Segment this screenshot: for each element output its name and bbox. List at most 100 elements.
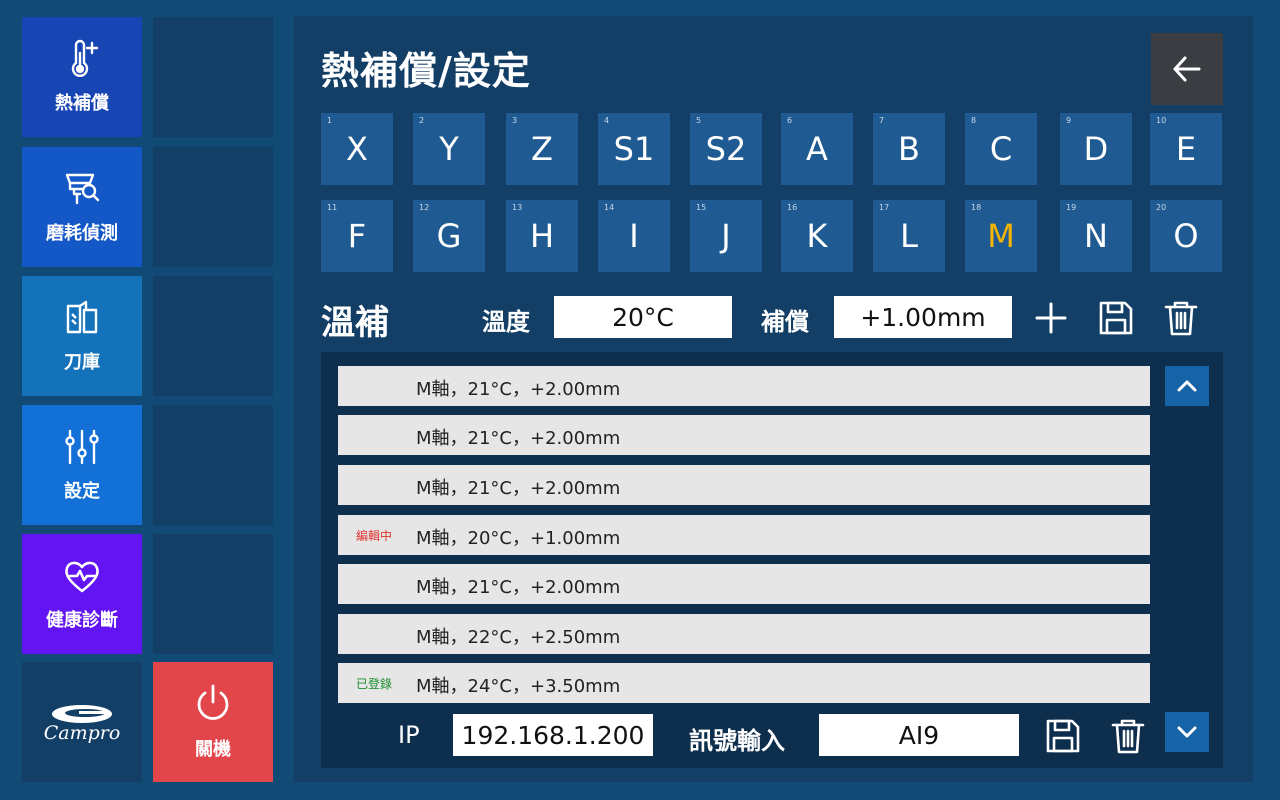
axis-key-x[interactable]: 1X — [321, 113, 393, 185]
axis-key-s1[interactable]: 4 S1 — [598, 113, 670, 185]
power-label: 關機 — [195, 739, 231, 760]
axis-key-number: 8 — [971, 116, 977, 125]
signal-input-label: 訊號輸入 — [689, 727, 785, 755]
axis-key-a[interactable]: 6A — [781, 113, 853, 185]
axis-key-label: N — [1084, 217, 1108, 255]
axis-key-e[interactable]: 10 E — [1150, 113, 1222, 185]
scroll-up-button[interactable] — [1165, 366, 1209, 406]
compensation-label: 補償 — [761, 308, 809, 336]
temperature-label: 溫度 — [482, 308, 530, 336]
list-item[interactable]: 已登錄 M軸，24°C，+3.50mm — [338, 663, 1150, 703]
nav-blank-tile — [153, 405, 273, 525]
axis-key-label: O — [1173, 217, 1199, 255]
trash-icon — [1111, 719, 1145, 754]
entry-text: M軸，21°C，+2.00mm — [416, 379, 621, 400]
axis-key-i[interactable]: 14 I — [598, 200, 670, 272]
ip-field[interactable]: 192.168.1.200 — [453, 714, 653, 756]
nav-blank-tile — [153, 276, 273, 396]
list-item[interactable]: M軸，21°C，+2.00mm — [338, 415, 1150, 455]
add-button[interactable] — [1031, 298, 1071, 338]
trash-icon — [1164, 301, 1198, 336]
nav-health-diagnosis-button[interactable]: 健康診斷 — [22, 534, 142, 654]
axis-key-number: 6 — [787, 116, 793, 125]
save-icon — [1099, 301, 1133, 335]
axis-key-y[interactable]: 2Y — [413, 113, 485, 185]
axis-key-k[interactable]: 16 K — [781, 200, 853, 272]
axis-key-h[interactable]: 13 H — [506, 200, 578, 272]
axis-key-s2[interactable]: 5 S2 — [690, 113, 762, 185]
axis-key-label: Z — [531, 130, 553, 168]
axis-key-g[interactable]: 12 G — [413, 200, 485, 272]
chevron-up-icon — [1177, 380, 1197, 392]
axis-key-label: S1 — [613, 130, 655, 168]
entry-text: M軸，20°C，+1.00mm — [416, 528, 621, 549]
axis-key-number: 13 — [512, 203, 523, 212]
nav-label: 設定 — [64, 481, 100, 502]
list-item[interactable]: 編輯中 M軸，20°C，+1.00mm — [338, 515, 1150, 555]
nav-label: 刀庫 — [64, 352, 100, 373]
axis-key-label: F — [347, 217, 367, 255]
axis-key-label: K — [806, 217, 828, 255]
axis-key-number: 18 — [971, 203, 982, 212]
nav-wear-detect-button[interactable]: 磨耗偵測 — [22, 147, 142, 267]
nav-blank-tile — [153, 147, 273, 267]
power-icon — [197, 684, 229, 720]
nav-tool-magazine-button[interactable]: 刀庫 — [22, 276, 142, 396]
axis-key-number: 1 — [327, 116, 333, 125]
axis-key-label: X — [346, 130, 368, 168]
axis-key-number: 19 — [1066, 203, 1077, 212]
nav-blank-tile — [153, 17, 273, 137]
axis-key-number: 15 — [696, 203, 707, 212]
entry-text: M軸，21°C，+2.00mm — [416, 478, 621, 499]
footer-save-button[interactable] — [1043, 716, 1083, 756]
axis-key-number: 7 — [879, 116, 885, 125]
axis-key-number: 20 — [1156, 203, 1167, 212]
axis-key-label: E — [1175, 130, 1197, 168]
power-off-button[interactable]: 關機 — [153, 662, 273, 782]
axis-key-d[interactable]: 9D — [1060, 113, 1132, 185]
axis-key-label: L — [900, 217, 918, 255]
save-button[interactable] — [1096, 298, 1136, 338]
axis-key-o[interactable]: 20 O — [1150, 200, 1222, 272]
nav-label: 健康診斷 — [46, 610, 118, 631]
footer-delete-button[interactable] — [1108, 716, 1148, 756]
entry-text: M軸，21°C，+2.00mm — [416, 577, 621, 598]
list-item[interactable]: M軸，21°C，+2.00mm — [338, 564, 1150, 604]
axis-key-label: B — [898, 130, 920, 168]
scroll-down-button[interactable] — [1165, 712, 1209, 752]
axis-key-number: 10 — [1156, 116, 1167, 125]
axis-key-l[interactable]: 17 L — [873, 200, 945, 272]
save-icon — [1046, 719, 1080, 753]
nav-settings-button[interactable]: 設定 — [22, 405, 142, 525]
axis-key-b[interactable]: 7B — [873, 113, 945, 185]
temperature-field[interactable]: 20°C — [554, 296, 732, 338]
axis-key-number: 5 — [696, 116, 702, 125]
entry-text: M軸，22°C，+2.50mm — [416, 627, 621, 648]
axis-key-f[interactable]: 11 F — [321, 200, 393, 272]
back-button[interactable] — [1151, 33, 1223, 105]
axis-key-c[interactable]: 8C — [965, 113, 1037, 185]
nav-label: 磨耗偵測 — [46, 223, 118, 244]
axis-key-number: 14 — [604, 203, 615, 212]
chevron-down-icon — [1177, 726, 1197, 738]
nav-thermal-comp-button[interactable]: 熱補償 — [22, 17, 142, 137]
plus-icon — [1035, 302, 1067, 334]
axis-key-label: I — [629, 217, 639, 255]
axis-key-label: Y — [439, 130, 459, 168]
compensation-field[interactable]: +1.00mm — [834, 296, 1012, 338]
nav-label: 熱補償 — [55, 93, 109, 114]
campro-logo: Campro — [22, 662, 142, 782]
signal-input-field[interactable]: AI9 — [819, 714, 1019, 756]
axis-key-label: G — [436, 217, 462, 255]
axis-key-number: 12 — [419, 203, 430, 212]
axis-key-j[interactable]: 15 J — [690, 200, 762, 272]
delete-button[interactable] — [1161, 298, 1201, 338]
axis-key-label: H — [529, 217, 555, 255]
axis-key-n[interactable]: 19 N — [1060, 200, 1132, 272]
list-item[interactable]: M軸，21°C，+2.00mm — [338, 366, 1150, 406]
axis-key-m[interactable]: 18 M — [965, 200, 1037, 272]
axis-key-z[interactable]: 3Z — [506, 113, 578, 185]
axis-key-number: 2 — [419, 116, 425, 125]
list-item[interactable]: M軸，21°C，+2.00mm — [338, 465, 1150, 505]
list-item[interactable]: M軸，22°C，+2.50mm — [338, 614, 1150, 654]
